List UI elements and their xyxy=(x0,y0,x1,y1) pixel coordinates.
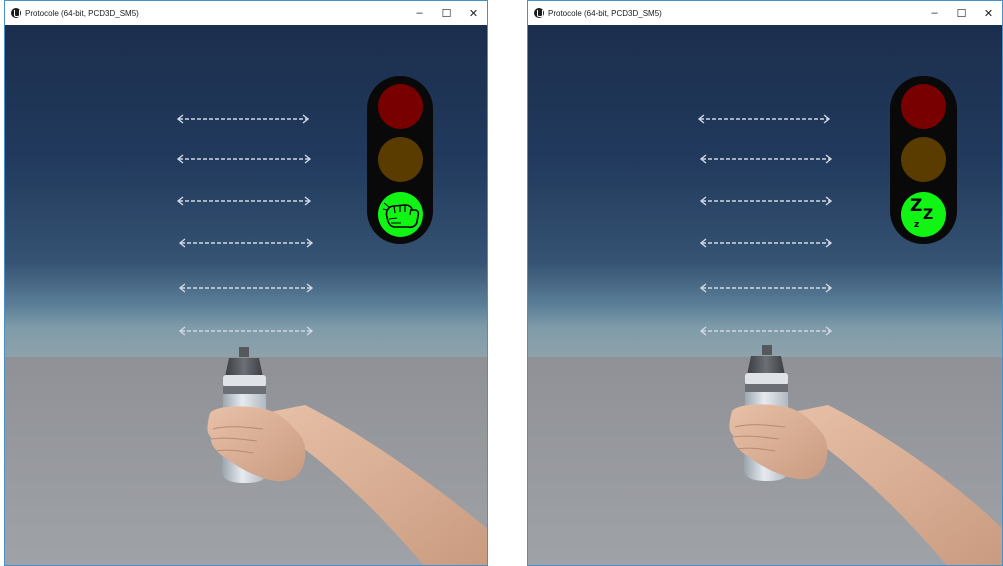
maximize-button[interactable]: ☐ xyxy=(948,1,975,25)
window-title: Protocole (64-bit, PCD3D_SM5) xyxy=(548,8,662,18)
game-viewport[interactable] xyxy=(5,25,487,565)
minimize-button[interactable]: – xyxy=(921,1,948,25)
hand-with-bottle xyxy=(729,345,1002,565)
window-controls: – ☐ ✕ xyxy=(921,1,1002,25)
window-title: Protocole (64-bit, PCD3D_SM5) xyxy=(25,8,139,18)
title-bar[interactable]: Protocole (64-bit, PCD3D_SM5) – ☐ ✕ xyxy=(5,1,487,25)
window-controls: – ☐ ✕ xyxy=(406,1,487,25)
hand-with-bottle xyxy=(207,347,487,565)
title-bar[interactable]: Protocole (64-bit, PCD3D_SM5) – ☐ ✕ xyxy=(528,1,1002,25)
app-window-left: Protocole (64-bit, PCD3D_SM5) – ☐ ✕ xyxy=(4,0,488,566)
minimize-button[interactable]: – xyxy=(406,1,433,25)
maximize-button[interactable]: ☐ xyxy=(433,1,460,25)
unreal-logo-icon xyxy=(534,8,544,18)
unreal-logo-icon xyxy=(11,8,21,18)
close-button[interactable]: ✕ xyxy=(975,1,1002,25)
app-window-right: Protocole (64-bit, PCD3D_SM5) – ☐ ✕ Z Z … xyxy=(527,0,1003,566)
close-button[interactable]: ✕ xyxy=(460,1,487,25)
game-viewport[interactable]: Z Z z xyxy=(528,25,1002,565)
